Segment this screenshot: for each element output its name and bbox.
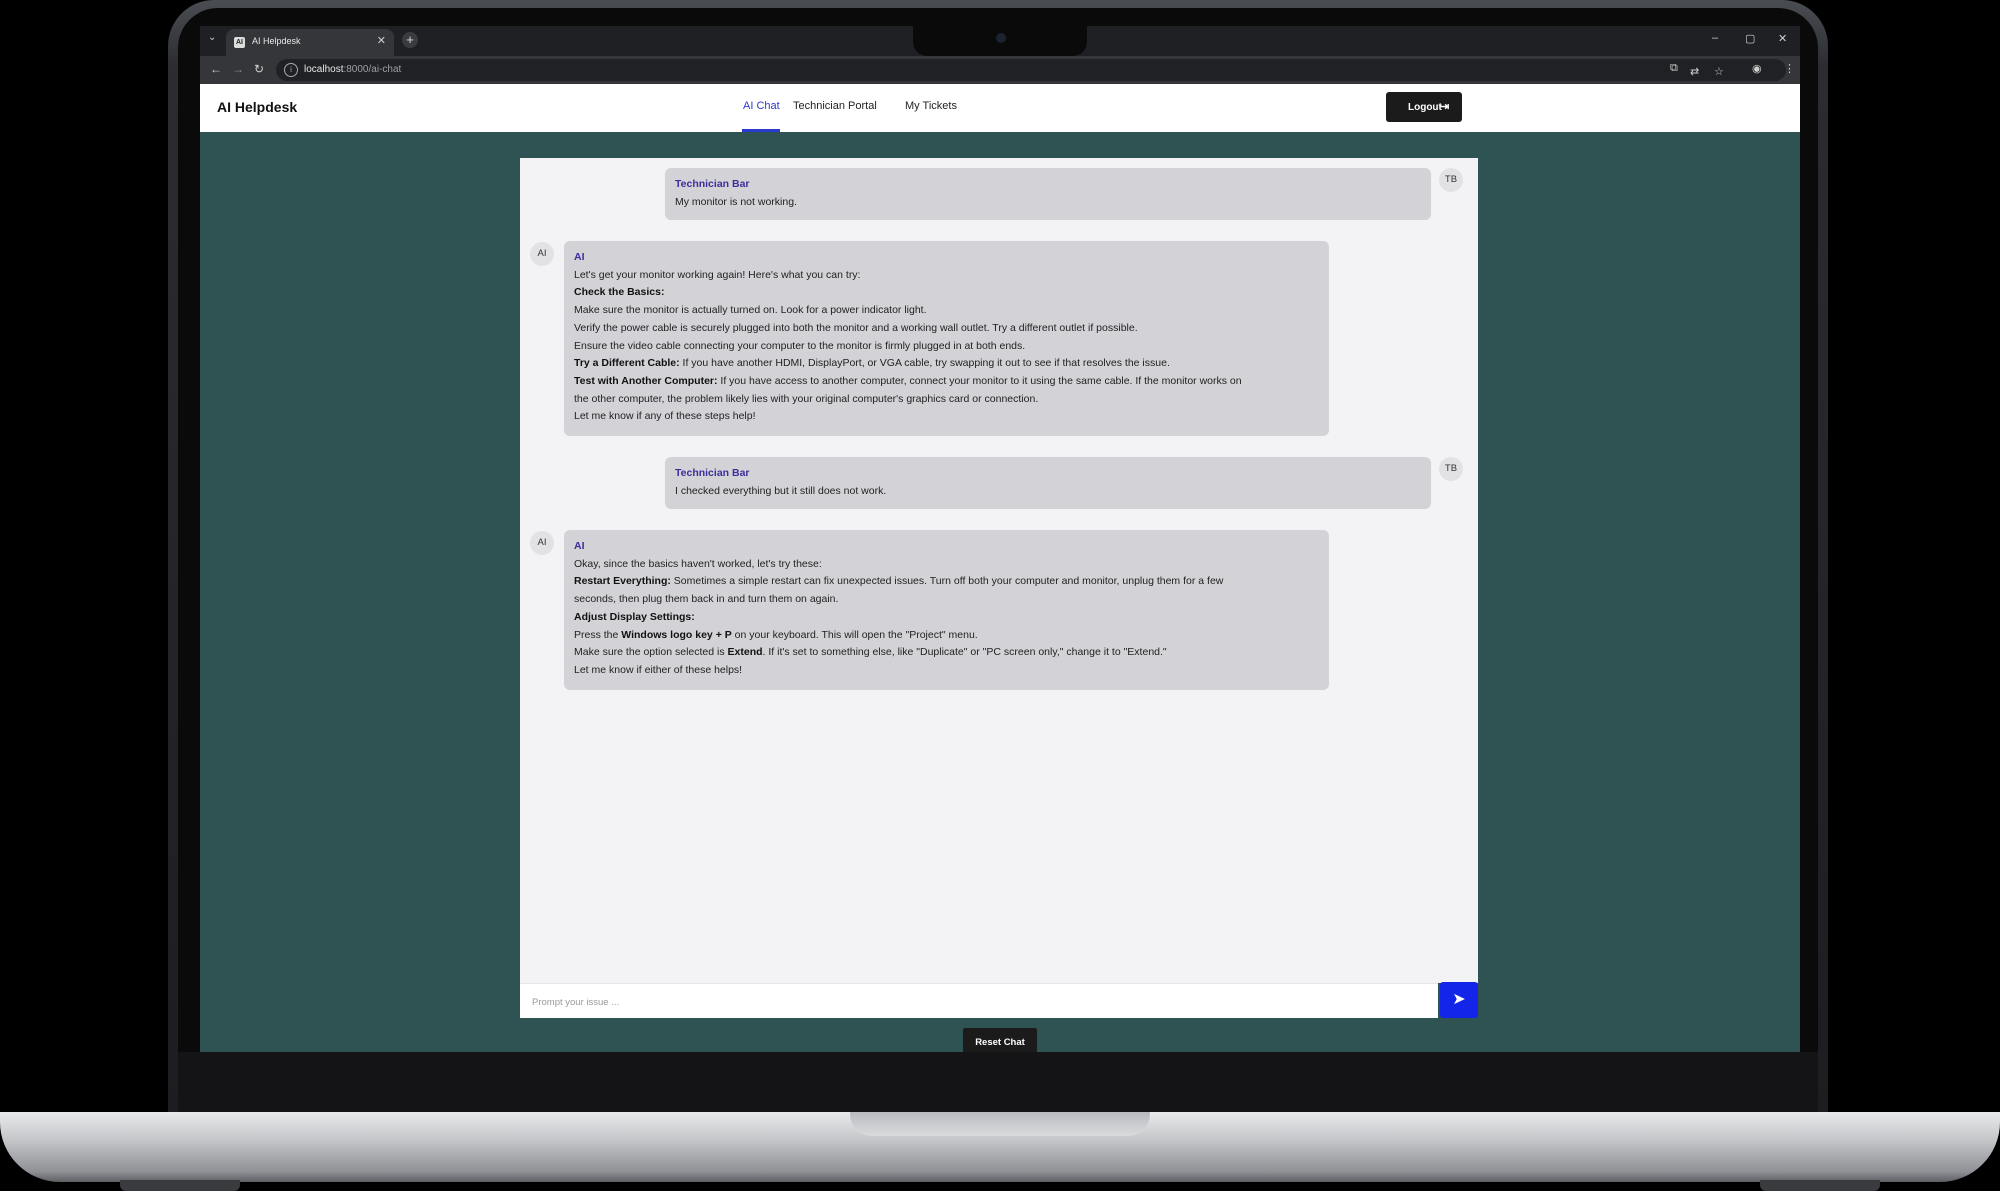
message-sender: Technician Bar — [675, 467, 750, 479]
site-info-icon[interactable]: i — [284, 63, 298, 77]
back-icon[interactable]: ← — [210, 62, 222, 76]
avatar: AI — [530, 242, 554, 266]
logout-icon: ⇥ — [1440, 101, 1450, 113]
prompt-input-row — [520, 983, 1438, 1018]
screen: ⌄ AI AI Helpdesk ✕ + – ▢ ✕ ← → ↻ i local… — [200, 26, 1800, 1052]
message-line: Test with Another Computer: If you have … — [574, 374, 1242, 387]
send-icon: ➤ — [1452, 991, 1466, 1008]
reload-icon[interactable]: ↻ — [254, 62, 264, 76]
message-line: the other computer, the problem likely l… — [574, 392, 1039, 405]
main-nav: AI Chat Technician Portal My Tickets — [200, 84, 1800, 132]
laptop-foot — [1760, 1180, 1880, 1191]
send-button[interactable]: ➤ — [1440, 982, 1478, 1018]
chat-message-user: Technician Bar I checked everything but … — [665, 457, 1431, 509]
message-line: Let me know if any of these steps help! — [574, 410, 756, 423]
close-tab-icon[interactable]: ✕ — [377, 34, 386, 47]
message-line: Ensure the video cable connecting your c… — [574, 339, 1026, 352]
logout-label: Logout — [1408, 102, 1442, 113]
chat-message-ai: AI Okay, since the basics haven't worked… — [564, 530, 1329, 690]
message-line: Adjust Display Settings: — [574, 610, 695, 623]
menu-kebab-icon[interactable]: ⋮ — [1784, 62, 1795, 75]
favicon-icon: AI — [234, 37, 245, 48]
message-line: Restart Everything: Sometimes a simple r… — [574, 575, 1224, 588]
logout-button[interactable]: Logout ⇥ — [1386, 92, 1462, 122]
profile-icon[interactable]: ◉ — [1752, 62, 1762, 75]
reset-chat-button[interactable]: Reset Chat — [963, 1028, 1037, 1052]
avatar: TB — [1439, 457, 1463, 481]
message-line: Make sure the monitor is actually turned… — [574, 304, 927, 317]
message-line: Let's get your monitor working again! He… — [574, 268, 861, 281]
nav-technician-portal[interactable]: Technician Portal — [793, 100, 877, 112]
message-line: Let me know if either of these helps! — [574, 663, 743, 676]
camera-icon — [996, 33, 1006, 43]
translate-icon[interactable]: ⇄ — [1690, 65, 1699, 78]
chat-message-ai: AI Let's get your monitor working again!… — [564, 241, 1329, 436]
message-sender: AI — [574, 540, 585, 552]
new-tab-icon[interactable]: + — [402, 32, 418, 48]
prompt-input[interactable] — [530, 993, 1414, 1011]
chat-message-user: Technician Bar My monitor is not working… — [665, 168, 1431, 220]
app-header: AI Helpdesk AI Chat Technician Portal My… — [200, 84, 1800, 132]
message-sender: Technician Bar — [675, 178, 750, 190]
message-line: seconds, then plug them back in and turn… — [574, 593, 839, 606]
url-text: localhost:8000/ai-chat — [304, 64, 402, 75]
close-window-icon[interactable]: ✕ — [1778, 32, 1787, 45]
avatar: AI — [530, 531, 554, 555]
tab-search-icon[interactable]: ⌄ — [208, 32, 216, 43]
avatar: TB — [1439, 168, 1463, 192]
message-line: Press the Windows logo key + P on your k… — [574, 628, 978, 641]
tab-title: AI Helpdesk — [252, 36, 301, 46]
message-line: Check the Basics: — [574, 286, 665, 299]
nav-my-tickets[interactable]: My Tickets — [905, 100, 957, 112]
message-line: I checked everything but it still does n… — [675, 484, 887, 497]
maximize-icon[interactable]: ▢ — [1745, 32, 1755, 45]
active-tab-indicator — [742, 129, 780, 132]
nav-ai-chat[interactable]: AI Chat — [743, 100, 780, 112]
address-bar[interactable]: i localhost:8000/ai-chat ⇄ ☆ — [276, 59, 1786, 81]
browser-tab[interactable]: AI AI Helpdesk ✕ — [226, 29, 394, 56]
message-line: Make sure the option selected is Extend.… — [574, 646, 1167, 659]
laptop-groove — [850, 1112, 1150, 1136]
forward-icon[interactable]: → — [232, 62, 244, 76]
message-line: Try a Different Cable: If you have anoth… — [574, 357, 1170, 370]
message-line: My monitor is not working. — [675, 195, 797, 208]
browser-toolbar: ← → ↻ i localhost:8000/ai-chat ⇄ ☆ ⧉ ◉ ⋮ — [200, 56, 1800, 84]
message-line: Okay, since the basics haven't worked, l… — [574, 557, 822, 570]
laptop-chin — [178, 1052, 1818, 1114]
message-sender: AI — [574, 251, 585, 263]
minimize-icon[interactable]: – — [1712, 32, 1718, 44]
bookmark-star-icon[interactable]: ☆ — [1714, 65, 1724, 78]
message-line: Verify the power cable is securely plugg… — [574, 321, 1138, 334]
laptop-foot — [120, 1180, 240, 1191]
extensions-icon[interactable]: ⧉ — [1670, 62, 1678, 75]
